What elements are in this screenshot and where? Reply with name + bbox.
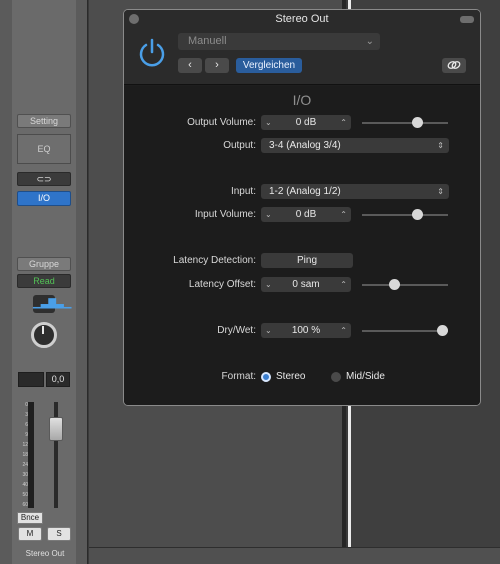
preset-menu[interactable]: Manuell ⌄	[178, 33, 380, 50]
setting-button[interactable]: Setting	[17, 114, 71, 128]
ping-button[interactable]: Ping	[261, 253, 353, 268]
solo-button[interactable]: S	[47, 527, 71, 541]
updown-chevron-icon: ⇕	[437, 141, 444, 150]
next-preset-button[interactable]: ›	[205, 58, 229, 73]
input-volume-stepper[interactable]: ⌄ 0 dB ⌃	[261, 207, 351, 222]
section-title: I/O	[292, 92, 312, 108]
slider-thumb[interactable]	[389, 279, 400, 290]
compare-button[interactable]: Vergleichen	[236, 58, 302, 73]
chevron-down-icon[interactable]: ⌄	[265, 323, 272, 338]
chevron-down-icon: ⌄	[365, 36, 374, 47]
io-plugin-window: Stereo Out Manuell ⌄ ‹ › Vergleichen I/O…	[123, 9, 481, 406]
resize-icon[interactable]	[460, 16, 474, 23]
dry-wet-stepper[interactable]: ⌄ 100 % ⌃	[261, 323, 351, 338]
output-volume-value: 0 dB	[295, 117, 317, 128]
dry-wet-value: 100 %	[291, 325, 321, 336]
output-volume-label: Output Volume:	[187, 117, 256, 128]
chevron-up-icon[interactable]: ⌃	[340, 277, 347, 292]
level-meter	[28, 402, 34, 508]
chevron-down-icon[interactable]: ⌄	[265, 115, 272, 130]
latency-offset-value: 0 sam	[292, 279, 320, 290]
plugin-header: Manuell ⌄ ‹ › Vergleichen	[124, 29, 480, 85]
output-label: Output:	[223, 140, 256, 151]
latency-offset-stepper[interactable]: ⌄ 0 sam ⌃	[261, 277, 351, 292]
stereo-label: Stereo	[276, 371, 306, 382]
volume-value[interactable]: 0,0	[46, 372, 70, 387]
title-bar[interactable]: Stereo Out	[124, 10, 480, 29]
midside-radio[interactable]	[331, 372, 341, 382]
chevron-up-icon[interactable]: ⌃	[340, 207, 347, 222]
stereo-radio[interactable]	[261, 372, 271, 382]
midside-label: Mid/Side	[346, 371, 385, 382]
preset-name: Manuell	[188, 35, 227, 47]
latency-offset-label: Latency Offset:	[188, 279, 256, 290]
output-volume-stepper[interactable]: ⌄ 0 dB ⌃	[261, 115, 351, 130]
pan-knob[interactable]	[31, 322, 57, 348]
chevron-up-icon[interactable]: ⌃	[340, 115, 347, 130]
plugin-body	[124, 86, 480, 405]
input-volume-value: 0 dB	[295, 209, 317, 220]
channel-name: Stereo Out	[25, 549, 65, 558]
input-select[interactable]: 1-2 (Analog 1/2) ⇕	[261, 184, 449, 199]
automation-read-button[interactable]: Read	[17, 274, 71, 288]
chevron-up-icon[interactable]: ⌃	[340, 323, 347, 338]
channel-strip: Setting EQ ⊂⊃ I/O Gruppe Read ▁▃▇▃▁ 0,0 …	[0, 0, 88, 564]
format-label: Format:	[221, 371, 256, 382]
output-select[interactable]: 3-4 (Analog 3/4) ⇕	[261, 138, 449, 153]
io-button[interactable]: I/O	[17, 191, 71, 206]
output-value: 3-4 (Analog 3/4)	[269, 140, 341, 151]
chevron-down-icon[interactable]: ⌄	[265, 207, 272, 222]
bottom-bar	[89, 548, 500, 564]
slider-thumb[interactable]	[437, 325, 448, 336]
previous-preset-button[interactable]: ‹	[178, 58, 202, 73]
link-icon[interactable]	[442, 58, 466, 73]
volume-fader[interactable]	[49, 417, 63, 441]
slider-thumb[interactable]	[411, 117, 423, 128]
group-button[interactable]: Gruppe	[17, 257, 71, 271]
updown-chevron-icon: ⇕	[437, 187, 444, 196]
input-label: Input:	[230, 186, 256, 197]
window-title: Stereo Out	[275, 13, 329, 25]
bounce-button[interactable]: Bnce	[17, 512, 43, 524]
link-button[interactable]: ⊂⊃	[17, 172, 71, 186]
output-volume-slider[interactable]	[362, 117, 448, 128]
input-volume-slider[interactable]	[362, 209, 448, 220]
waveform-icon[interactable]: ▁▃▇▃▁	[33, 295, 71, 313]
power-icon[interactable]	[135, 36, 169, 70]
dry-wet-label: Dry/Wet:	[217, 325, 256, 336]
meter-scale: 0 3 6 9 12 18 24 30 40 50 60	[14, 402, 28, 508]
eq-slot[interactable]: EQ	[17, 134, 71, 164]
input-volume-label: Input Volume:	[194, 209, 256, 220]
slider-thumb[interactable]	[411, 209, 423, 220]
chevron-down-icon[interactable]: ⌄	[265, 277, 272, 292]
peak-display	[18, 372, 44, 387]
latency-detection-label: Latency Detection:	[173, 255, 256, 266]
dry-wet-slider[interactable]	[362, 325, 448, 336]
mute-button[interactable]: M	[18, 527, 42, 541]
input-value: 1-2 (Analog 1/2)	[269, 186, 341, 197]
latency-offset-slider[interactable]	[362, 279, 448, 290]
